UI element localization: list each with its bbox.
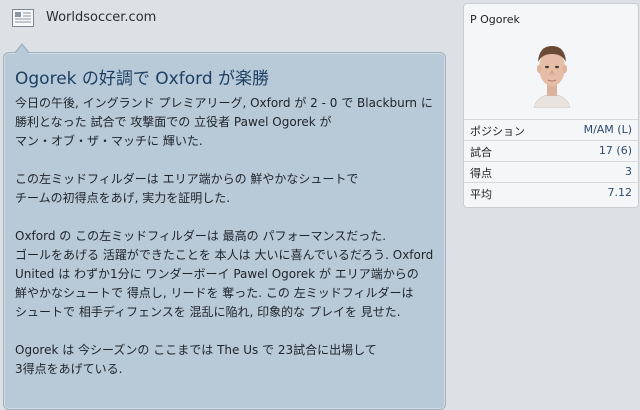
stat-row: 得点 3 <box>464 161 638 182</box>
news-panel: Worldsoccer.com Ogorek の好調で Oxford が楽勝 今… <box>0 0 455 410</box>
newspaper-icon <box>12 9 34 27</box>
news-line: マン・オブ・ザ・マッチに 輝いた. <box>15 134 203 148</box>
stat-label: 得点 <box>470 167 492 180</box>
player-name[interactable]: P Ogorek <box>470 13 520 26</box>
news-paragraph: この左ミッドフィルダーは エリア端からの 鮮やかなシュートで チームの初得点をあ… <box>15 170 440 208</box>
news-line: United は わずか1分に ワンダーボーイ Pawel Ogorek が エ… <box>15 267 419 281</box>
news-line: この左ミッドフィルダーは エリア端からの 鮮やかなシュートで <box>15 172 359 186</box>
news-headline: Ogorek の好調で Oxford が楽勝 <box>15 69 270 89</box>
news-paragraph: Ogorek は 今シーズンの ここまでは The Us で 23試合に出場して… <box>15 341 440 379</box>
stat-value: 3 <box>625 165 632 178</box>
player-stats: ポジション M/AM (L) 試合 17 (6) 得点 3 平均 7.12 <box>464 119 638 203</box>
stat-value: 7.12 <box>607 186 633 199</box>
news-paragraph: Oxford の この左ミッドフィルダーは 最高の パフォーマンスだった. ゴー… <box>15 227 440 322</box>
news-source: Worldsoccer.com <box>46 10 157 25</box>
news-line: シュートで 相手ディフェンスを 混乱に陥れ, 印象的な プレイを 見せた. <box>15 305 401 319</box>
stat-row: 試合 17 (6) <box>464 140 638 161</box>
stat-value: M/AM (L) <box>583 123 632 136</box>
news-line: Ogorek は 今シーズンの ここまでは The Us で 23試合に出場して <box>15 343 377 357</box>
stat-label: 平均 <box>470 188 492 201</box>
news-header: Worldsoccer.com <box>0 0 455 52</box>
news-line: 3得点をあげている. <box>15 362 123 376</box>
news-paragraph: 今日の午後, イングランド プレミアリーグ, Oxford が 2 - 0 で … <box>15 94 440 151</box>
news-line: ゴールをあげる 活躍ができたことを 本人は 大いに喜んでいるだろう. Oxfor… <box>15 248 434 262</box>
news-line: 勝利となった 試合で 攻撃面での 立役者 Pawel Ogorek が <box>15 115 332 129</box>
stat-label: ポジション <box>470 125 525 138</box>
stat-row: ポジション M/AM (L) <box>464 119 638 140</box>
stat-value: 17 (6) <box>598 144 632 157</box>
stat-label: 試合 <box>470 146 492 159</box>
news-line: チームの初得点をあげ, 実力を証明した. <box>15 191 231 205</box>
news-line: 今日の午後, イングランド プレミアリーグ, Oxford が 2 - 0 で … <box>15 96 433 110</box>
news-line: Oxford の この左ミッドフィルダーは 最高の パフォーマンスだった. <box>15 229 387 243</box>
news-body: 今日の午後, イングランド プレミアリーグ, Oxford が 2 - 0 で … <box>15 94 440 398</box>
player-card[interactable]: P Ogorek ポジション M/AM (L) 試合 17 (6) 得点 3 平… <box>463 3 639 208</box>
player-portrait <box>526 40 578 108</box>
news-line: 鮮やかなシュートで 得点し, リードを 奪った. この 左ミッドフィルダーは <box>15 286 414 300</box>
stat-row: 平均 7.12 <box>464 182 638 203</box>
